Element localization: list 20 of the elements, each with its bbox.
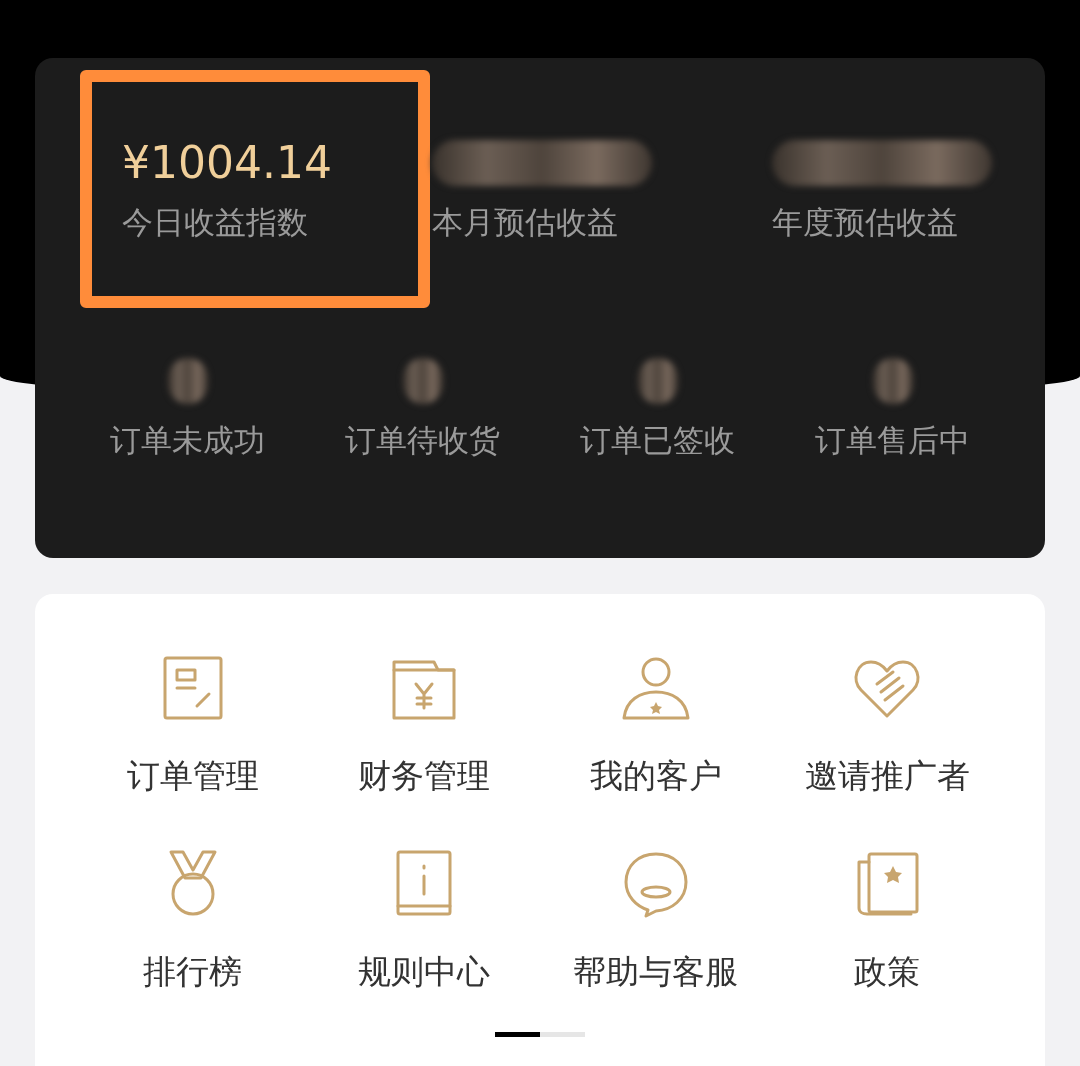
menu-item[interactable]: 排行榜	[77, 848, 309, 994]
stat-label: 本月预估收益	[432, 203, 619, 242]
order-status-label: 订单售后中	[815, 421, 970, 460]
order-status-label: 订单未成功	[110, 421, 265, 460]
menu-item[interactable]: 政策	[771, 848, 1003, 994]
stat-label: 今日收益指数	[122, 203, 309, 242]
stat-value: ¥1004.14	[122, 136, 333, 190]
stat-label: 年度预估收益	[772, 203, 959, 242]
menu-item[interactable]: 帮助与客服	[540, 848, 772, 994]
blurred-value	[167, 358, 208, 404]
menu-item[interactable]: 订单管理	[77, 652, 309, 798]
menu-item[interactable]: 邀请推广者	[771, 652, 1003, 798]
menu-item[interactable]: 规则中心	[308, 848, 540, 994]
blurred-value	[402, 358, 443, 404]
blurred-value	[637, 358, 678, 404]
menu-item[interactable]: 财务管理	[308, 652, 540, 798]
order-status-label: 订单已签收	[580, 421, 735, 460]
blurred-value	[872, 358, 913, 404]
order-status-label: 订单待收货	[345, 421, 500, 460]
menu-item[interactable]: 我的客户	[540, 652, 772, 798]
